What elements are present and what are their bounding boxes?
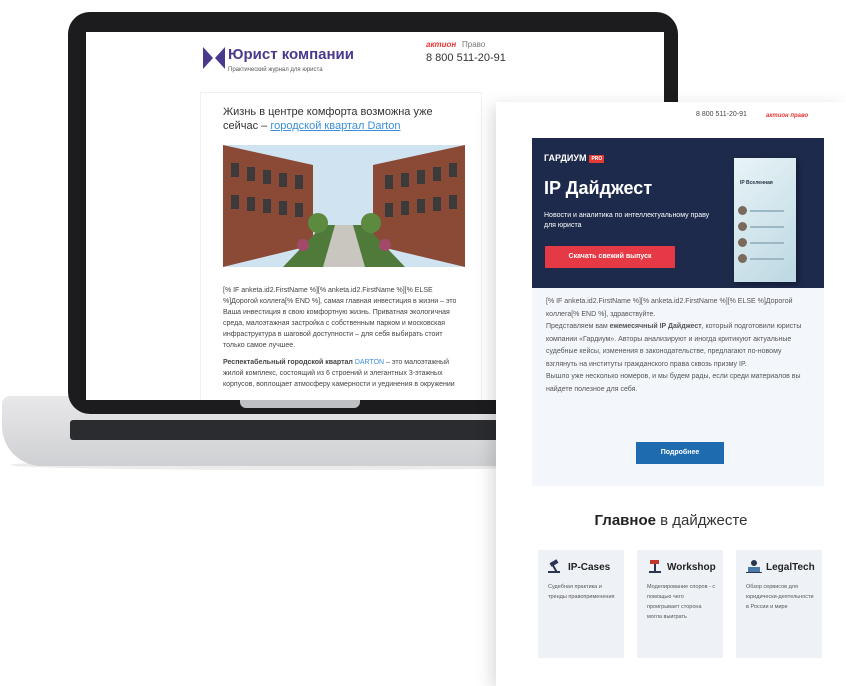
- aktion-logo: актион: [426, 40, 457, 49]
- hammer-icon: [649, 560, 661, 573]
- card-title: IP-Cases: [568, 562, 611, 573]
- book-title: IP Вселенная: [740, 180, 773, 186]
- card-ip-cases[interactable]: IP-Cases Судебная практика и тренды прав…: [538, 550, 624, 658]
- newsletter-card: Жизнь в центре комфорта возможна уже сей…: [200, 92, 482, 400]
- avatar: [738, 238, 747, 247]
- gavel-icon: [548, 559, 560, 573]
- digest-title: IP Дайджест: [544, 178, 653, 198]
- avatar: [738, 222, 747, 231]
- heading-bold: Главное: [594, 512, 656, 529]
- digest-phone[interactable]: 8 800 511-20-91: [696, 111, 747, 118]
- brand-name: Юрист компании: [228, 46, 354, 63]
- digest-section-heading: Главное в дайджесте: [496, 512, 846, 529]
- digest-hero: ГАРДИУМ PRO IP Дайджест Новости и аналити…: [532, 138, 824, 288]
- card-workshop[interactable]: Workshop Моделирование споров - с помощь…: [637, 550, 723, 658]
- laptop-user-icon: [746, 560, 762, 573]
- townhouse-photo: [223, 145, 465, 267]
- card-desc: Судебная практика и тренды правоприменен…: [548, 584, 615, 600]
- headline-link[interactable]: городской квартал Darton: [270, 120, 400, 132]
- gardium-name: ГАРДИУМ: [544, 153, 587, 163]
- intro-pre: Представляем вам: [546, 323, 608, 330]
- card-desc: Моделирование споров - с помощью чего пр…: [647, 584, 716, 620]
- card-title: LegalTech: [766, 562, 815, 573]
- card-legaltech[interactable]: LegalTech Обзор сервисов для юридически-…: [736, 550, 822, 658]
- phone-number[interactable]: 8 800 511-20-91: [426, 52, 506, 64]
- book-line: [750, 242, 784, 244]
- pravo-label: Право: [462, 40, 486, 49]
- book-line: [750, 210, 784, 212]
- more-button[interactable]: Подробнее: [636, 442, 724, 464]
- newsletter-header: Юрист компании Практический журнал для ю…: [200, 32, 556, 92]
- digest-subtitle: Новости и аналитика по интеллектуальному…: [544, 212, 710, 229]
- digest-email: 8 800 511-20-91 актион право ГАРДИУМ PRO …: [496, 102, 846, 686]
- darton-link[interactable]: DARTON: [355, 359, 384, 366]
- avatar: [738, 206, 747, 215]
- card-title: Workshop: [667, 562, 716, 573]
- newsletter-headline: Жизнь в центре комфорта возможна уже сей…: [223, 105, 463, 133]
- greeting-line: [% IF anketa.id2.FirstName %][% anketa.i…: [546, 298, 793, 318]
- newsletter-body: [% IF anketa.id2.FirstName %][% anketa.i…: [223, 285, 465, 396]
- card-desc: Обзор сервисов для юридически-деятельнос…: [746, 584, 814, 610]
- digest-top-bar: 8 800 511-20-91 актион право: [496, 102, 846, 138]
- laptop-hinge: [240, 400, 360, 408]
- download-issue-button[interactable]: Скачать свежий выпуск: [545, 246, 675, 268]
- phone-note: [436, 66, 496, 76]
- brand-tagline: Практический журнал для юриста: [228, 67, 323, 73]
- logo-icon: [203, 47, 225, 69]
- gardium-pro-badge: PRO: [589, 154, 605, 163]
- intro-bold: ежемесячный IP Дайджест: [609, 323, 702, 330]
- body-bold: Респектабельный городской квартал: [223, 359, 353, 366]
- body-paragraph-1: [% IF anketa.id2.FirstName %][% anketa.i…: [223, 287, 457, 349]
- digest-aktion-logo: актион право: [766, 113, 809, 119]
- closing-line: Вышло уже несколько номеров, и мы будем …: [546, 373, 801, 393]
- digest-body: [% IF anketa.id2.FirstName %][% anketa.i…: [532, 288, 824, 486]
- book-line: [750, 226, 784, 228]
- book-line: [750, 258, 784, 260]
- laptop-keyboard: [70, 420, 530, 440]
- digest-cards: IP-Cases Судебная практика и тренды прав…: [538, 550, 822, 658]
- digest-body-text: [% IF anketa.id2.FirstName %][% anketa.i…: [546, 296, 812, 396]
- avatar: [738, 254, 747, 263]
- body-paragraph-2: Респектабельный городской квартал DARTON…: [223, 357, 465, 390]
- gardium-logo: ГАРДИУМ PRO: [544, 153, 605, 163]
- heading-rest: в дайджесте: [660, 512, 748, 529]
- digest-cover-image: IP Вселенная: [734, 158, 796, 282]
